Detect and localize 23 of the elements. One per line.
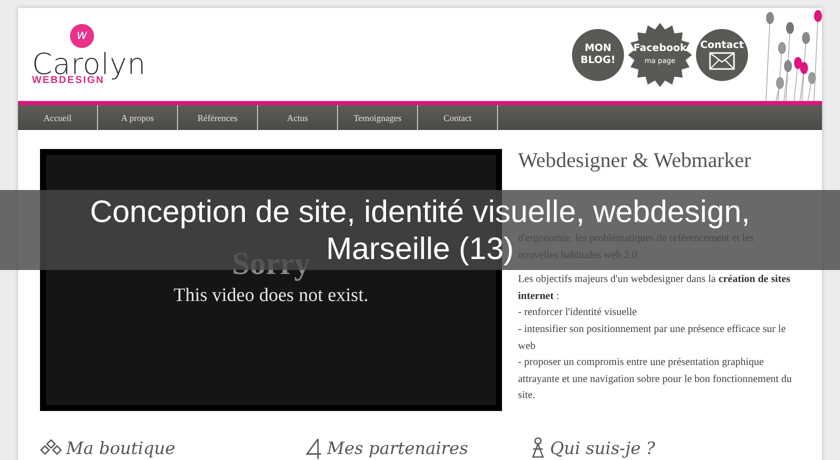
video-error-title: Sorry (232, 245, 310, 281)
envelope-icon (709, 52, 735, 70)
section-title: Ma boutique (66, 439, 176, 459)
caption-line: Marseille (13) (326, 230, 514, 267)
nav-link[interactable]: Actus (258, 105, 338, 130)
objective-item: - proposer un compromis entre une présentation graphique attrayante et une navigation sobre pour le bon fonctionnement du site. (518, 356, 793, 404)
logo-mark: w (70, 24, 94, 48)
section-title: Mes partenaires (327, 439, 468, 459)
person-icon (530, 437, 546, 460)
nav-link[interactable]: Accueil (18, 105, 98, 130)
objectives-text: Les objectifs majeurs d'un webdesigner dans la création de sites internet : (518, 273, 792, 304)
video-error-message: This video does not exist. (174, 285, 368, 307)
objective-item: - renforcer l'identité visuelle (518, 306, 638, 320)
section-title: Qui suis-je ? (550, 439, 656, 459)
blog-badge[interactable]: MON BLOG! (572, 28, 624, 80)
nav-link[interactable]: Contact (418, 105, 498, 130)
intro-heading: Webdesigner & Webmarker (518, 147, 752, 173)
nav-link[interactable]: A propos (98, 105, 178, 130)
caption-line: Conception de site, identité visuelle, webdesign, (90, 193, 750, 230)
objective-item: - intensifier son positionnement par une présence efficace sur le web (518, 322, 787, 354)
nav-link[interactable]: Temoignages (338, 105, 418, 130)
contact-badge[interactable]: Contact (696, 28, 748, 80)
nav-link[interactable]: Références (178, 105, 258, 130)
